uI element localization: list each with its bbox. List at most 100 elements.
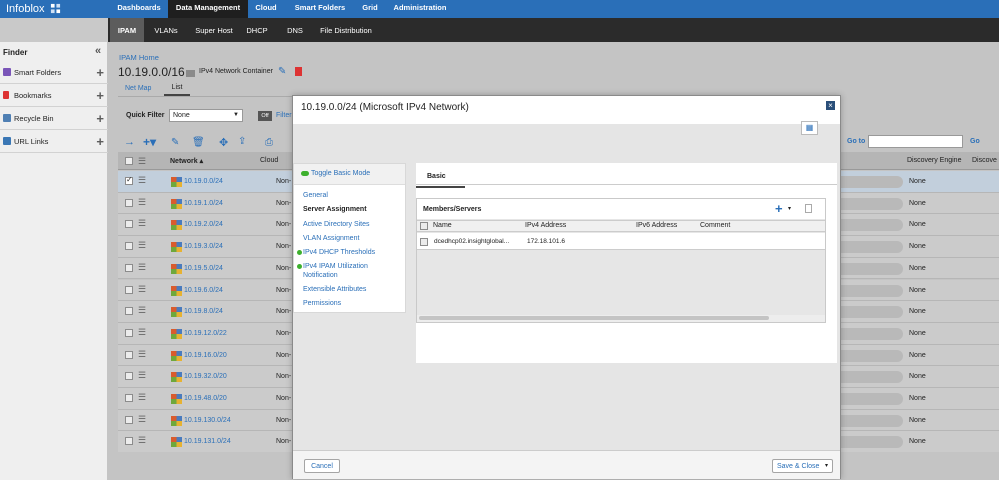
row-menu-icon[interactable]: ☰	[138, 240, 146, 251]
network-link[interactable]: 10.19.8.0/24	[184, 308, 223, 315]
row-checkbox[interactable]	[125, 242, 133, 251]
quick-filter-select[interactable]: None ▼	[169, 109, 243, 122]
network-link[interactable]: 10.19.16.0/20	[184, 352, 227, 359]
network-link[interactable]: 10.19.1.0/24	[184, 200, 223, 207]
row-menu-icon[interactable]: ☰	[138, 435, 146, 446]
wizard-ipv4-dhcp-thresholds[interactable]: IPv4 DHCP Thresholds	[303, 248, 375, 257]
add-icon[interactable]: +	[96, 84, 104, 107]
members-select-all[interactable]	[420, 222, 428, 230]
col-ipv4[interactable]: IPv4 Address	[525, 222, 566, 229]
row-checkbox[interactable]	[125, 198, 133, 207]
col-comment[interactable]: Comment	[700, 222, 730, 229]
wizard-active-directory-sites[interactable]: Active Directory Sites	[303, 220, 370, 229]
network-link[interactable]: 10.19.32.0/20	[184, 373, 227, 380]
nav-data-management[interactable]: Data Management	[168, 0, 248, 18]
row-menu-icon[interactable]: ☰	[138, 197, 146, 208]
row-checkbox[interactable]	[125, 350, 133, 359]
col-ipv6[interactable]: IPv6 Address	[636, 222, 677, 229]
col-name[interactable]: Name	[433, 222, 452, 229]
row-menu-icon[interactable]: ☰	[138, 305, 146, 316]
tab-super-host[interactable]: Super Host	[190, 18, 238, 42]
tab-list[interactable]: List	[164, 82, 190, 96]
finder-item-url-links[interactable]: URL Links +	[0, 130, 108, 153]
move-icon[interactable]: ✥	[219, 136, 228, 149]
scrollbar-thumb[interactable]	[419, 316, 769, 320]
go-button[interactable]: Go	[970, 138, 980, 145]
network-link[interactable]: 10.19.5.0/24	[184, 265, 223, 272]
network-link[interactable]: 10.19.6.0/24	[184, 287, 223, 294]
toggle-basic-mode[interactable]: Toggle Basic Mode	[311, 170, 370, 177]
row-menu-icon[interactable]: ☰	[138, 392, 146, 403]
wizard-server-assignment[interactable]: Server Assignment	[303, 205, 367, 214]
tab-ipam[interactable]: IPAM	[110, 18, 144, 42]
column-network[interactable]: Network ▴	[170, 157, 203, 165]
wizard-permissions[interactable]: Permissions	[303, 299, 341, 308]
row-menu-icon[interactable]: ☰	[138, 349, 146, 360]
select-all-checkbox[interactable]	[125, 157, 133, 165]
row-menu-icon[interactable]: ☰	[138, 218, 146, 229]
finder-item-smart-folders[interactable]: Smart Folders +	[0, 61, 108, 84]
row-checkbox[interactable]	[125, 285, 133, 294]
row-checkbox[interactable]	[125, 328, 133, 337]
tab-net-map[interactable]: Net Map	[125, 85, 151, 92]
add-icon[interactable]: +	[96, 130, 104, 153]
row-checkbox[interactable]	[125, 307, 133, 316]
collapse-icon[interactable]: «	[95, 45, 101, 57]
row-menu-icon[interactable]: ☰	[138, 370, 146, 381]
finder-item-bookmarks[interactable]: Bookmarks +	[0, 84, 108, 107]
add-icon[interactable]: +	[96, 61, 104, 84]
wizard-extensible-attributes[interactable]: Extensible Attributes	[303, 285, 366, 294]
network-link[interactable]: 10.19.3.0/24	[184, 243, 223, 250]
column-discove[interactable]: Discove	[972, 157, 997, 164]
row-menu-icon[interactable]: ☰	[138, 262, 146, 273]
network-link[interactable]: 10.19.130.0/24	[184, 417, 231, 424]
member-checkbox[interactable]	[420, 238, 428, 246]
print-icon[interactable]: ⎙	[265, 137, 273, 148]
nav-grid[interactable]: Grid	[356, 0, 384, 18]
filter-link[interactable]: Filter	[276, 112, 292, 119]
bookmark-icon[interactable]	[295, 67, 302, 76]
row-checkbox[interactable]	[125, 263, 133, 272]
edit-icon[interactable]: ✎	[278, 66, 286, 77]
network-link[interactable]: 10.19.131.0/24	[184, 438, 231, 445]
arrow-right-icon[interactable]: →	[124, 136, 135, 148]
wizard-vlan-assignment[interactable]: VLAN Assignment	[303, 234, 359, 243]
calendar-icon[interactable]: ▦	[801, 121, 818, 135]
toggle-icon[interactable]	[301, 171, 309, 176]
add-member-icon[interactable]: +	[775, 201, 783, 216]
row-checkbox[interactable]	[125, 415, 133, 424]
add-dropdown-icon[interactable]: +▾	[143, 135, 156, 149]
chevron-down-icon[interactable]: ▾	[788, 205, 791, 212]
row-checkbox[interactable]	[125, 394, 133, 402]
row-menu-icon[interactable]: ☰	[138, 175, 146, 186]
nav-dashboards[interactable]: Dashboards	[112, 0, 166, 18]
filter-toggle[interactable]: Off	[258, 111, 272, 121]
tab-vlans[interactable]: VLANs	[148, 18, 184, 42]
delete-icon[interactable]	[805, 204, 812, 213]
nav-cloud[interactable]: Cloud	[250, 0, 282, 18]
wizard-ipam-utilization[interactable]: IPv4 IPAM Utilization Notification	[303, 262, 399, 280]
column-discovery-engine[interactable]: Discovery Engine	[907, 157, 961, 164]
save-close-button[interactable]: Save & Close ▾	[772, 459, 833, 473]
chevron-down-icon[interactable]: ▾	[825, 460, 828, 473]
row-checkbox[interactable]: ✓	[125, 175, 133, 185]
nav-administration[interactable]: Administration	[388, 0, 452, 18]
tab-file-distribution[interactable]: File Distribution	[316, 18, 376, 42]
row-menu-icon[interactable]: ☰	[138, 284, 146, 295]
cancel-button[interactable]: Cancel	[304, 459, 340, 473]
tab-basic[interactable]: Basic	[427, 173, 446, 180]
breadcrumb[interactable]: IPAM Home	[119, 53, 159, 62]
close-icon[interactable]: ×	[826, 101, 835, 110]
row-checkbox[interactable]	[125, 220, 133, 229]
tab-dns[interactable]: DNS	[280, 18, 310, 42]
horizontal-scrollbar[interactable]	[417, 315, 825, 322]
network-link[interactable]: 10.19.12.0/22	[184, 330, 227, 337]
nav-smart-folders[interactable]: Smart Folders	[287, 0, 353, 18]
tab-dhcp[interactable]: DHCP	[242, 18, 272, 42]
network-link[interactable]: 10.19.2.0/24	[184, 221, 223, 228]
delete-icon[interactable]: 🗑	[192, 137, 205, 148]
column-cloud[interactable]: Cloud	[260, 157, 278, 164]
row-checkbox[interactable]	[125, 437, 133, 446]
row-menu-icon[interactable]: ☰	[138, 414, 146, 425]
edit-icon[interactable]: ✎	[171, 137, 179, 148]
